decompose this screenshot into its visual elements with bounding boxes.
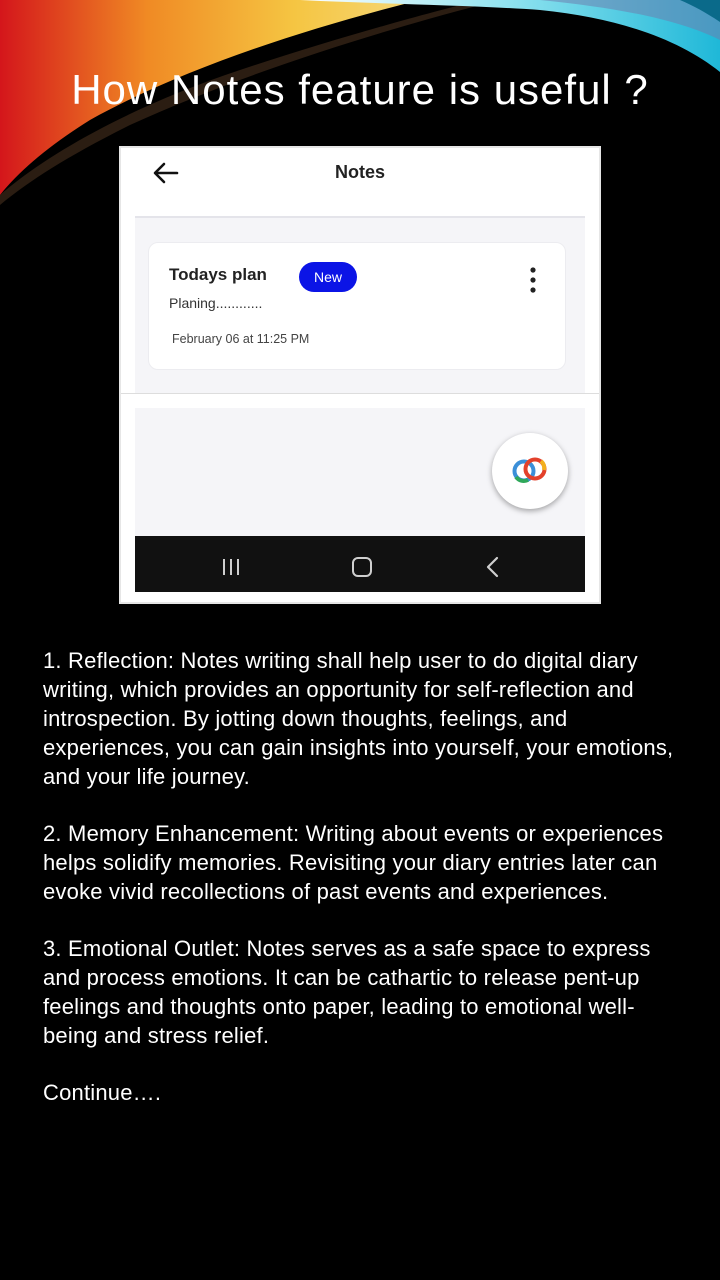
- back-icon[interactable]: [485, 556, 499, 578]
- add-note-button[interactable]: [492, 433, 568, 509]
- slide-title: How Notes feature is useful ?: [71, 66, 649, 113]
- home-icon[interactable]: [351, 556, 373, 578]
- app-bar: Notes: [135, 148, 585, 218]
- reflection-paragraph: 1. Reflection: Notes writing shall help …: [43, 648, 674, 789]
- note-date: February 06 at 11:25 PM: [172, 332, 310, 346]
- note-body: Planing............: [169, 295, 263, 311]
- note-title: Todays plan: [169, 265, 267, 284]
- screen-title: Notes: [334, 162, 385, 182]
- note-card[interactable]: Todays plan New Planing............ Febr…: [148, 242, 566, 370]
- more-vertical-icon[interactable]: [529, 267, 537, 293]
- linked-rings-icon: [512, 457, 547, 483]
- body-text: 1. Reflection: Notes writing shall help …: [43, 646, 683, 1107]
- memory-paragraph: 2. Memory Enhancement: Writing about eve…: [43, 821, 664, 904]
- new-badge: New: [299, 262, 357, 292]
- recents-icon[interactable]: [221, 558, 241, 576]
- system-nav-bar: [135, 536, 585, 592]
- screenshot-divider: [121, 393, 599, 394]
- emotional-outlet-paragraph: 3. Emotional Outlet: Notes serves as a s…: [43, 936, 651, 1048]
- continue-text: Continue….: [43, 1080, 162, 1105]
- phone-screenshot: Notes Todays plan New Planing...........…: [119, 146, 601, 604]
